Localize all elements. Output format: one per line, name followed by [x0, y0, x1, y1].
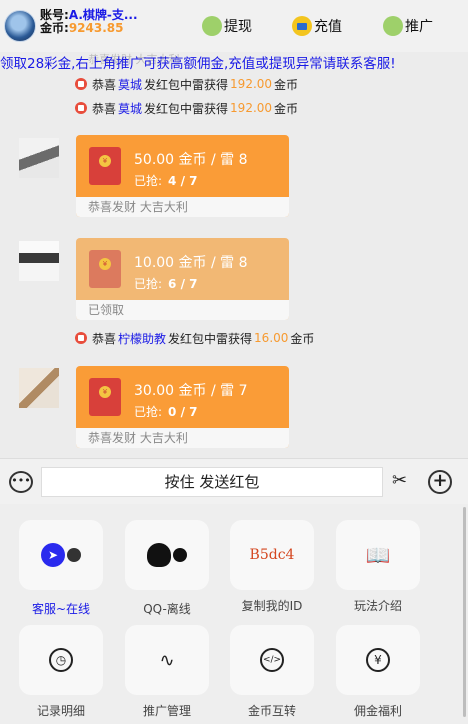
yen-icon: ¥	[366, 648, 390, 672]
copy-id-tile[interactable]: B5dc4	[230, 520, 314, 590]
qq-tile[interactable]	[125, 520, 209, 590]
packet-grabbed: 已抢: 0 / 7	[134, 405, 198, 419]
red-packet-icon	[75, 78, 87, 90]
packet-footer: 已领取	[76, 300, 289, 320]
clock-icon: ◷	[49, 648, 73, 672]
withdraw-icon	[202, 16, 222, 36]
envelope-icon: ¥	[89, 378, 121, 416]
qq-label: QQ-离线	[143, 602, 191, 616]
withdraw-button[interactable]: 提现	[202, 14, 252, 38]
recharge-button[interactable]: 充值	[292, 14, 342, 38]
notice-item: 恭喜 莫城 发红包中雷获得 192.00 金币	[75, 99, 298, 117]
sender-avatar[interactable]	[19, 241, 59, 281]
recharge-icon	[292, 16, 312, 36]
packet-amount: 30.00 金币 / 雷 7	[134, 383, 248, 399]
qq-icon	[147, 543, 171, 567]
account-label: 账号:	[40, 8, 69, 22]
rules-label: 玩法介绍	[353, 599, 402, 613]
coins-value: 9243.85	[68, 21, 124, 35]
plus-icon[interactable]: +	[428, 470, 452, 494]
packet-grabbed: 已抢: 4 / 7	[134, 174, 198, 188]
compass-small-icon	[67, 548, 81, 562]
panel-scrollbar[interactable]	[463, 507, 466, 717]
copy-id-label: 复制我的ID	[241, 599, 303, 613]
notice-item: 恭喜 莫城 发红包中雷获得 192.00 金币	[75, 75, 298, 93]
commission-label: 佣金福利	[353, 704, 402, 718]
packet-amount: 50.00 金币 / 雷 8	[134, 152, 248, 168]
transfer-tile[interactable]: </>	[230, 625, 314, 695]
top-header: 账号:A.棋牌-支... 金币:9243.85 提现 充值 推广	[0, 0, 468, 52]
book-icon: 📖	[365, 543, 391, 567]
qq-small-icon	[173, 548, 187, 562]
promotion-tile[interactable]: ∿	[125, 625, 209, 695]
coins-label: 金币:	[40, 21, 69, 35]
packet-footer: 恭喜发财 大吉大利	[76, 428, 289, 448]
account-name: A.棋牌-支...	[68, 8, 138, 22]
promote-icon	[383, 16, 403, 36]
voice-icon[interactable]: •••	[9, 471, 33, 493]
red-packet-card[interactable]: ¥ 50.00 金币 / 雷 8 已抢: 4 / 7 恭喜发财 大吉大利	[76, 135, 289, 217]
red-packet-card[interactable]: ¥ 30.00 金币 / 雷 7 已抢: 0 / 7 恭喜发财 大吉大利	[76, 366, 289, 448]
pulse-icon: ∿	[159, 649, 175, 671]
packet-grabbed: 已抢: 6 / 7	[134, 277, 198, 291]
input-bar: ••• 按住 发送红包 ✂ +	[0, 458, 468, 504]
records-tile[interactable]: ◷	[19, 625, 103, 695]
promote-button[interactable]: 推广	[383, 14, 433, 38]
hold-to-send-button[interactable]: 按住 发送红包	[41, 467, 383, 497]
id-icon: B5dc4	[249, 547, 295, 563]
compass-icon: ➤	[41, 543, 65, 567]
promote-label: 推广	[405, 19, 433, 35]
transfer-label: 金币互转	[247, 704, 296, 718]
announcement-marquee: 领取28彩金,右上角推广可获高额佣金,充值或提现异常请联系客服!	[0, 56, 396, 72]
red-packet-icon	[75, 102, 87, 114]
red-packet-card[interactable]: ¥ 10.00 金币 / 雷 8 已抢: 6 / 7 已领取	[76, 238, 289, 320]
sender-avatar[interactable]	[19, 368, 59, 408]
customer-service-label: 客服~在线	[31, 602, 91, 616]
envelope-icon: ¥	[89, 250, 121, 288]
user-avatar[interactable]	[4, 10, 36, 42]
envelope-icon: ¥	[89, 147, 121, 185]
tools-icon[interactable]: ✂	[392, 470, 407, 491]
promotion-label: 推广管理	[142, 704, 191, 718]
rules-tile[interactable]: 📖	[336, 520, 420, 590]
recharge-label: 充值	[314, 19, 342, 35]
notice-item: 恭喜 柠檬助教 发红包中雷获得 16.00 金币	[75, 329, 314, 347]
withdraw-label: 提现	[224, 19, 252, 35]
packet-footer: 恭喜发财 大吉大利	[76, 197, 289, 217]
commission-tile[interactable]: ¥	[336, 625, 420, 695]
code-icon: </>	[260, 648, 284, 672]
account-info: 账号:A.棋牌-支... 金币:9243.85	[40, 9, 138, 35]
packet-amount: 10.00 金币 / 雷 8	[134, 255, 248, 271]
sender-avatar[interactable]	[19, 138, 59, 178]
red-packet-icon	[75, 332, 87, 344]
customer-service-tile[interactable]: ➤	[19, 520, 103, 590]
records-label: 记录明细	[36, 704, 85, 718]
